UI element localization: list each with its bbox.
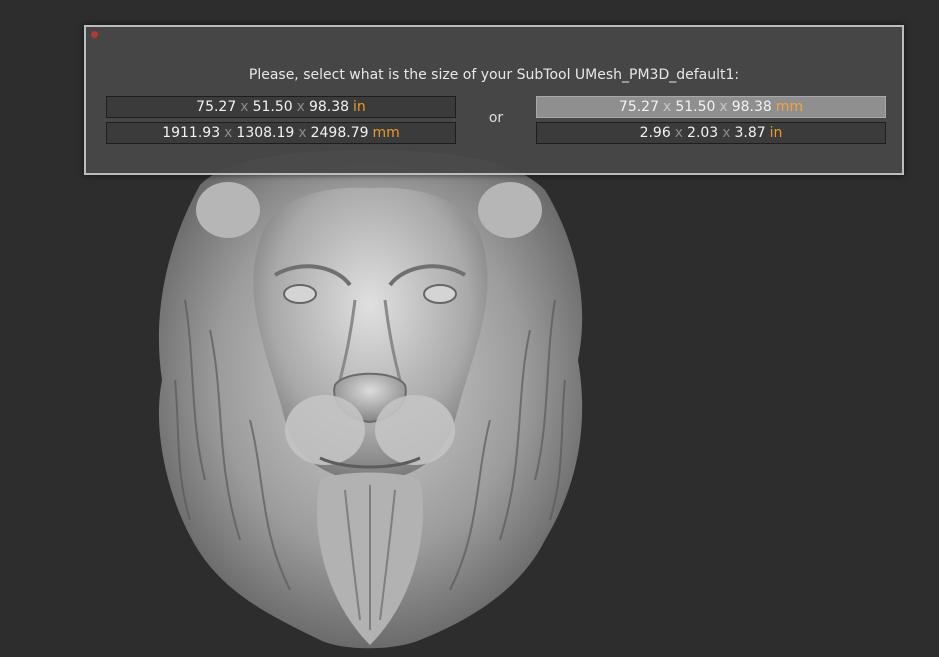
option-depth: 3.87	[734, 125, 766, 141]
separator: x	[298, 125, 307, 141]
separator: x	[722, 125, 731, 141]
option-width: 2.96	[639, 125, 671, 141]
option-depth: 98.38	[308, 99, 350, 115]
option-depth: 2498.79	[310, 125, 369, 141]
option-height: 2.03	[687, 125, 719, 141]
separator: x	[663, 99, 672, 115]
separator: x	[224, 125, 233, 141]
separator: x	[719, 99, 728, 115]
option-width: 75.27	[196, 99, 237, 115]
option-height: 1308.19	[236, 125, 295, 141]
option-unit: in	[769, 125, 783, 141]
option-millimeters-button[interactable]: 75.27 x 51.50 x 98.38 mm	[536, 96, 886, 118]
or-label: or	[488, 110, 504, 126]
option-width: 1911.93	[162, 125, 221, 141]
option-depth: 98.38	[731, 99, 772, 115]
close-dot-icon[interactable]	[91, 31, 98, 38]
option-unit: mm	[775, 99, 804, 115]
unit-size-dialog: Please, select what is the size of your …	[84, 25, 904, 175]
option-unit: in	[353, 99, 366, 115]
option-width: 75.27	[618, 99, 660, 115]
separator: x	[296, 99, 305, 115]
option-height: 51.50	[675, 99, 716, 115]
separator: x	[240, 99, 249, 115]
option-inches-button[interactable]: 75.27 x 51.50 x 98.38 in	[106, 96, 456, 118]
option-mm-as-inches-readout: 2.96 x 2.03 x 3.87 in	[536, 122, 886, 144]
dialog-prompt: Please, select what is the size of your …	[248, 67, 740, 83]
option-unit: mm	[372, 125, 400, 141]
option-inches-as-mm-readout: 1911.93 x 1308.19 x 2498.79 mm	[106, 122, 456, 144]
separator: x	[674, 125, 684, 141]
option-height: 51.50	[252, 99, 293, 115]
